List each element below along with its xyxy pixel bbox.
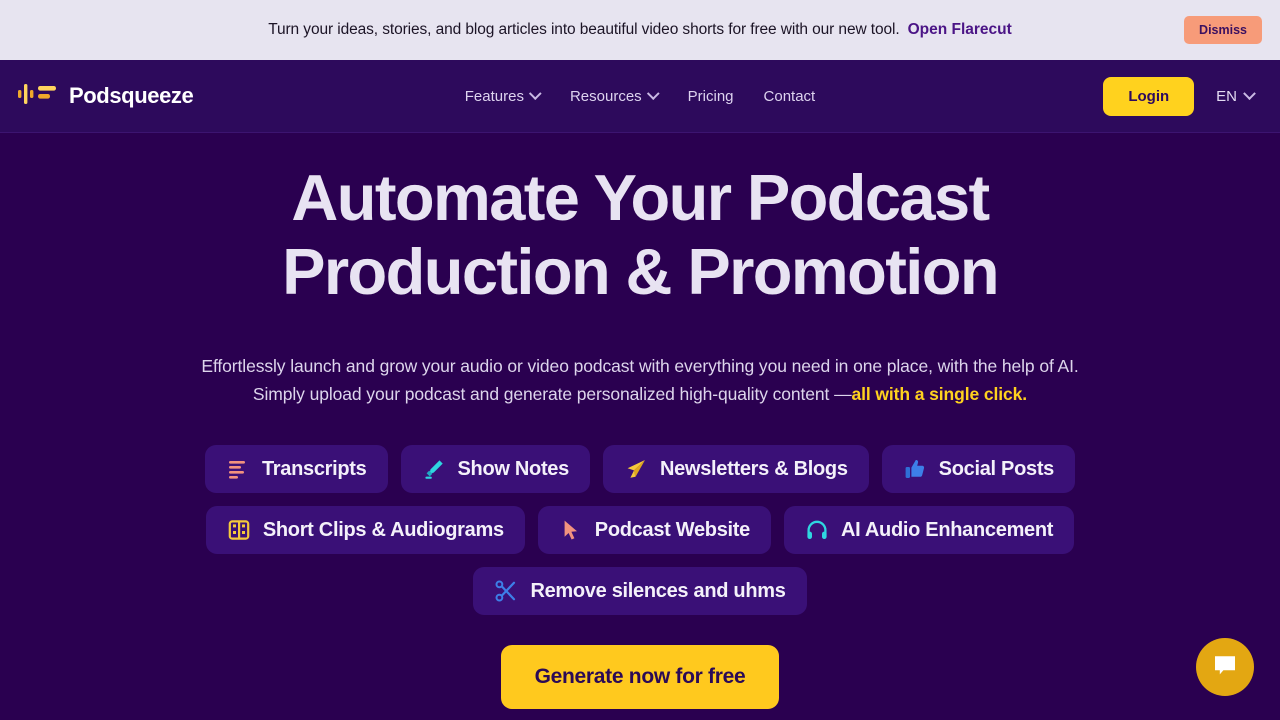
- brand-name: Podsqueeze: [69, 83, 194, 108]
- nav-label-features: Features: [464, 87, 524, 105]
- chip-row-1: Transcripts Show Notes Newsletters & Blo…: [204, 445, 1076, 493]
- chat-bubble-icon: [1211, 651, 1239, 684]
- nav-label-resources: Resources: [569, 87, 642, 105]
- chevron-down-icon: [529, 86, 542, 100]
- subhead-line-2: Simply upload your podcast and generate …: [252, 384, 852, 404]
- language-selector[interactable]: EN: [1216, 86, 1256, 105]
- chip-label: AI Audio Enhancement: [840, 518, 1054, 541]
- chip-label: Show Notes: [457, 457, 570, 480]
- language-label: EN: [1216, 87, 1237, 105]
- chip-remove-silences[interactable]: Remove silences and uhms: [473, 567, 807, 615]
- headphones-icon: [805, 518, 829, 542]
- chip-short-clips-audiograms[interactable]: Short Clips & Audiograms: [205, 506, 525, 554]
- chat-widget-button[interactable]: [1196, 638, 1254, 696]
- main-navbar: Podsqueeze Features Resources Pricing Co…: [0, 60, 1280, 133]
- chip-row-2: Short Clips & Audiograms Podcast Website: [205, 506, 1075, 554]
- nav-label-pricing: Pricing: [687, 87, 734, 105]
- highlighter-pen-icon: [422, 457, 446, 481]
- chip-label: Remove silences and uhms: [530, 579, 786, 602]
- chip-row-3: Remove silences and uhms: [473, 567, 807, 615]
- film-strip-icon: [227, 518, 251, 542]
- headline-line-1: Automate Your Podcast: [291, 161, 990, 234]
- audio-waveform-icon: [18, 82, 58, 111]
- hero-subtitle: Effortlessly launch and grow your audio …: [0, 352, 1280, 408]
- chip-label: Podcast Website: [594, 518, 750, 541]
- chevron-down-icon: [1243, 86, 1256, 100]
- thumbs-up-icon: [903, 457, 927, 481]
- chevron-down-icon: [646, 86, 660, 100]
- cursor-arrow-icon: [559, 518, 583, 542]
- subhead-highlight: all with a single click.: [851, 384, 1028, 404]
- login-button[interactable]: Login: [1103, 76, 1195, 116]
- announcement-banner: Turn your ideas, stories, and blog artic…: [0, 0, 1280, 60]
- feature-chips: Transcripts Show Notes Newsletters & Blo…: [0, 445, 1280, 615]
- nav-item-features[interactable]: Features: [464, 86, 542, 105]
- navbar-actions: Login EN: [1103, 76, 1262, 116]
- transcript-lines-icon: [226, 457, 250, 481]
- headline-line-2: Production & Promotion: [282, 235, 999, 308]
- scissors-icon: [494, 579, 518, 603]
- chip-label: Transcripts: [261, 457, 367, 480]
- chip-ai-audio-enhancement[interactable]: AI Audio Enhancement: [783, 506, 1075, 554]
- cta-container: Generate now for free: [0, 645, 1280, 709]
- hero-section: Automate Your Podcast Production & Promo…: [0, 133, 1280, 709]
- chip-newsletters-blogs[interactable]: Newsletters & Blogs: [602, 445, 869, 493]
- chip-social-posts[interactable]: Social Posts: [881, 445, 1076, 493]
- subhead-line-1: Effortlessly launch and grow your audio …: [201, 356, 1079, 376]
- brand-logo[interactable]: Podsqueeze: [18, 82, 194, 111]
- open-flarecut-link[interactable]: Open Flarecut: [908, 21, 1012, 39]
- chip-show-notes[interactable]: Show Notes: [400, 445, 590, 493]
- banner-message: Turn your ideas, stories, and blog artic…: [268, 21, 900, 38]
- page-title: Automate Your Podcast Production & Promo…: [0, 161, 1280, 309]
- paper-plane-icon: [624, 457, 648, 481]
- chip-label: Newsletters & Blogs: [659, 457, 848, 480]
- chip-transcripts[interactable]: Transcripts: [204, 445, 388, 493]
- dismiss-button[interactable]: Dismiss: [1184, 16, 1262, 44]
- chip-label: Social Posts: [938, 457, 1055, 480]
- nav-label-contact: Contact: [763, 87, 816, 105]
- nav-links: Features Resources Pricing Contact: [464, 86, 816, 105]
- chip-label: Short Clips & Audiograms: [262, 518, 504, 541]
- generate-now-button[interactable]: Generate now for free: [500, 645, 780, 709]
- nav-item-contact[interactable]: Contact: [764, 88, 816, 105]
- nav-item-resources[interactable]: Resources: [569, 86, 660, 105]
- chip-podcast-website[interactable]: Podcast Website: [537, 506, 771, 554]
- nav-item-pricing[interactable]: Pricing: [688, 88, 734, 105]
